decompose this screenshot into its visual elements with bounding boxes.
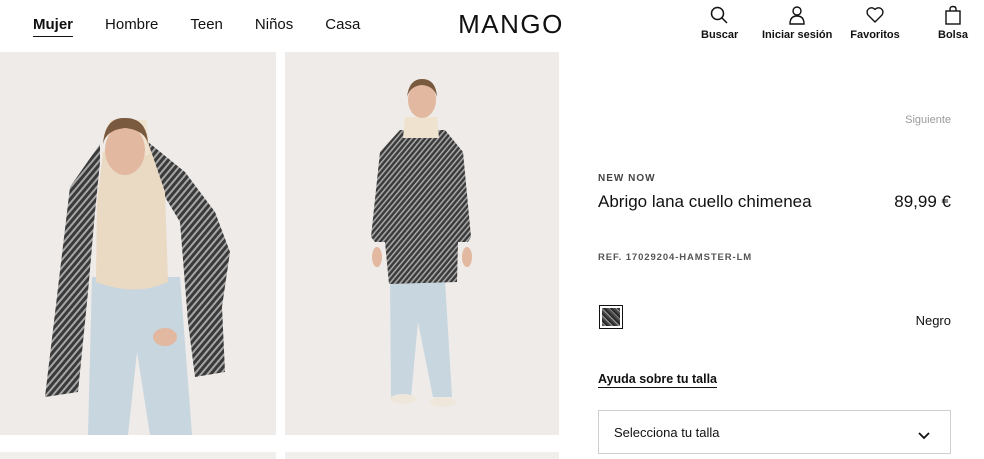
search-icon bbox=[701, 5, 737, 27]
product-image-full-body[interactable] bbox=[285, 52, 559, 435]
user-icon bbox=[762, 5, 832, 27]
product-image-front[interactable] bbox=[0, 52, 276, 435]
size-help-link[interactable]: Ayuda sobre tu talla bbox=[598, 372, 718, 388]
bag-button[interactable]: Bolsa bbox=[936, 5, 970, 41]
chevron-down-icon bbox=[918, 427, 930, 445]
header-tools: Buscar Iniciar sesión Favoritos Bolsa bbox=[0, 5, 984, 47]
new-now-badge: NEW NOW bbox=[598, 173, 656, 184]
color-swatch-negro[interactable] bbox=[599, 305, 623, 329]
next-image-preview-2 bbox=[285, 452, 559, 459]
product-reference: REF. 17029204-HAMSTER-LM bbox=[598, 252, 753, 263]
bag-icon bbox=[936, 5, 970, 27]
search-button[interactable]: Buscar bbox=[701, 5, 739, 41]
selected-color-name: Negro bbox=[915, 313, 951, 328]
size-select-value: Selecciona tu talla bbox=[614, 425, 720, 440]
site-header: Mujer Hombre Teen Niños Casa MANGO Busca… bbox=[0, 0, 984, 52]
heart-icon bbox=[850, 5, 900, 27]
product-price: 89,99 € bbox=[894, 192, 951, 211]
size-select[interactable]: Selecciona tu talla bbox=[598, 410, 951, 454]
bag-label: Bolsa bbox=[938, 29, 968, 41]
login-label: Iniciar sesión bbox=[762, 29, 833, 41]
swatch-fill bbox=[602, 308, 620, 326]
product-title: Abrigo lana cuello chimenea bbox=[598, 192, 812, 211]
search-label: Buscar bbox=[701, 29, 739, 41]
next-image-preview-1 bbox=[0, 452, 276, 459]
favorites-label: Favoritos bbox=[850, 29, 900, 41]
next-product-link[interactable]: Siguiente bbox=[905, 114, 951, 126]
favorites-button[interactable]: Favoritos bbox=[850, 5, 900, 41]
login-button[interactable]: Iniciar sesión bbox=[762, 5, 832, 41]
